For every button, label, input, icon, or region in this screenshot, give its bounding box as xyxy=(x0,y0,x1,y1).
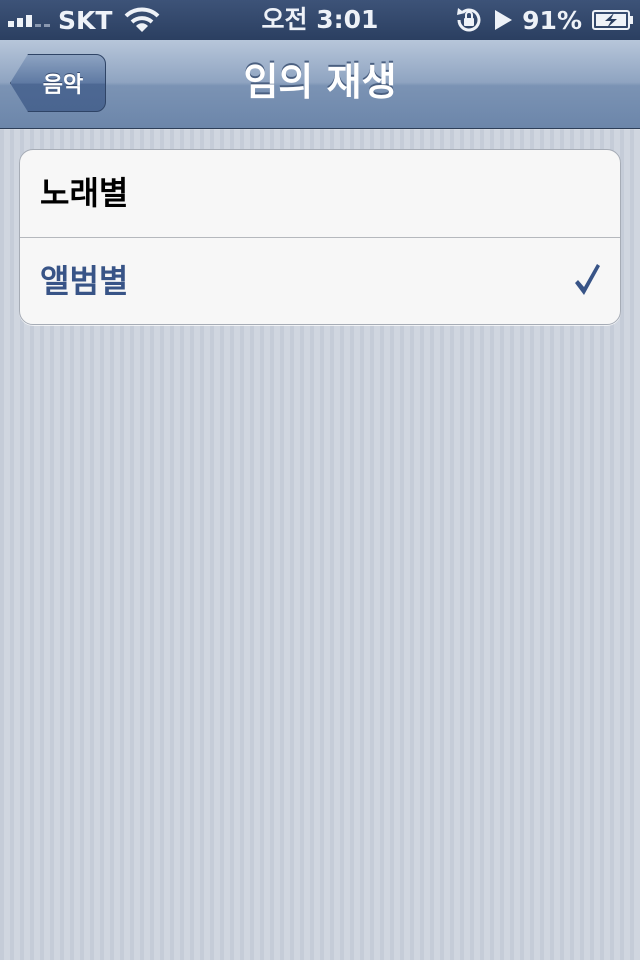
navigation-bar: 임의 재생 음악 xyxy=(0,40,640,129)
option-by-album[interactable]: 앨범별 xyxy=(20,238,620,324)
option-label: 노래별 xyxy=(40,174,129,212)
play-icon xyxy=(495,10,513,30)
back-button[interactable]: 음악 xyxy=(10,54,106,112)
checkmark-icon xyxy=(575,264,600,295)
status-bar: SKT 오전 3:01 91% xyxy=(0,0,640,40)
battery-percent: 91% xyxy=(522,5,582,35)
status-right: 91% xyxy=(453,0,634,40)
option-label: 앨범별 xyxy=(40,262,129,300)
option-by-song[interactable]: 노래별 xyxy=(20,150,620,238)
battery-charging-icon xyxy=(592,10,633,30)
shuffle-options-group: 노래별 앨범별 xyxy=(19,149,621,325)
rotation-lock-icon xyxy=(457,8,481,32)
